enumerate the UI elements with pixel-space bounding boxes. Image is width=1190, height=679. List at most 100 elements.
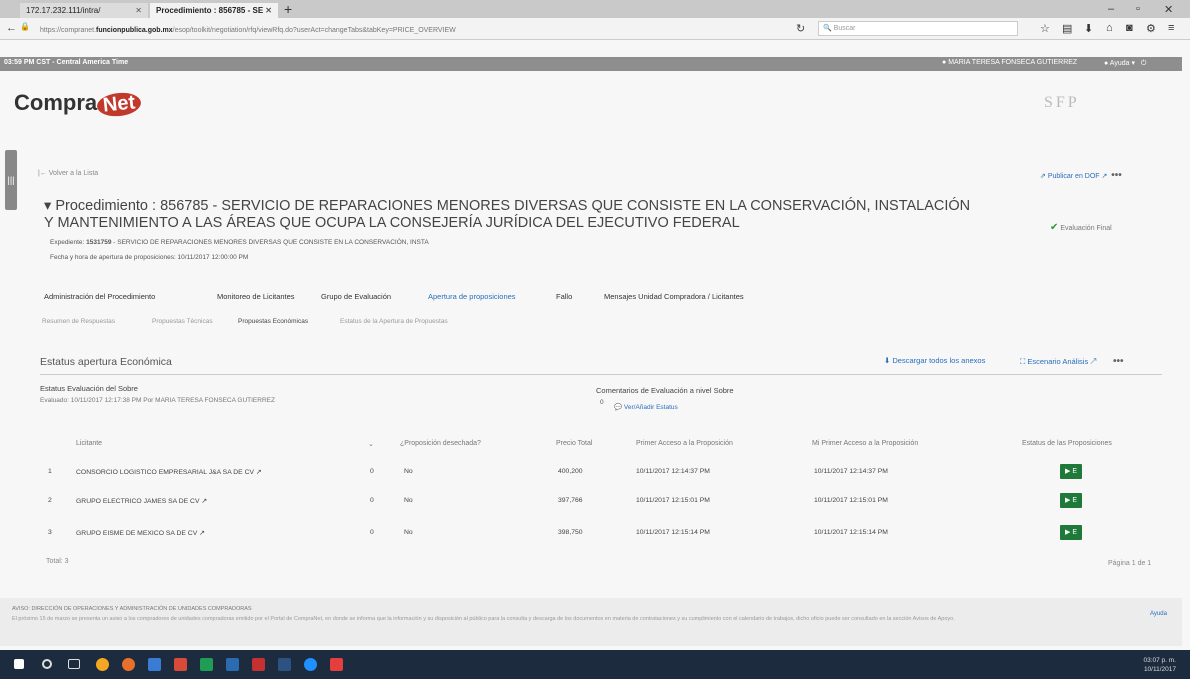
tab-mensajes[interactable]: Mensajes Unidad Compradora / Licitantes (604, 292, 744, 301)
estatus-badge-button[interactable]: ▶ E (1060, 464, 1082, 479)
maximize-icon[interactable]: ▫ (1136, 3, 1140, 15)
estatus-letter: E (1072, 468, 1077, 475)
download-label: Descargar todos los anexos (892, 356, 986, 365)
more-options-icon[interactable]: ••• (1113, 356, 1124, 367)
download-all-button[interactable]: ⬇ Descargar todos los anexos (884, 356, 985, 365)
licitante-name: GRUPO ELECTRICO JAMES SA DE CV (76, 498, 200, 505)
subtab-estatus[interactable]: Estatus de la Apertura de Propuestas (340, 318, 448, 325)
sfp-logo: SFP (1044, 94, 1080, 111)
edge-icon[interactable] (304, 658, 317, 671)
estatus-letter: E (1072, 497, 1077, 504)
publish-dof-link[interactable]: ⇗ Publicar en DOF ↗ ••• (1040, 170, 1122, 181)
download-icon[interactable]: ⬇ (1084, 22, 1093, 35)
close-icon[interactable]: ✕ (265, 3, 272, 18)
logo-net: Net (96, 90, 143, 119)
subtab-resumen[interactable]: Resumen de Respuestas (42, 318, 115, 325)
extension-icon[interactable]: ⚙ (1146, 22, 1156, 35)
download-icon: ⬇ (884, 356, 891, 365)
lock-icon: 🔒 (20, 22, 30, 31)
close-icon[interactable]: ✕ (135, 3, 142, 18)
acrobat-icon[interactable] (330, 658, 343, 671)
scenario-analysis-button[interactable]: ⛶ Escenario Análisis ↗ ••• (1020, 356, 1124, 367)
section-title: Estatus apertura Económica (40, 356, 172, 368)
home-icon[interactable]: ⌂ (1106, 22, 1113, 34)
estatus-sobre-label: Estatus Evaluación del Sobre (40, 384, 138, 393)
subtab-tecnicas[interactable]: Propuestas Técnicas (152, 318, 213, 325)
logo-text: Compra (14, 90, 98, 115)
more-actions-icon[interactable]: ••• (1111, 170, 1122, 181)
browser-search-input[interactable]: 🔍 Buscar (818, 21, 1018, 36)
reload-icon[interactable]: ↻ (796, 22, 805, 35)
browser-tab-active[interactable]: Procedimiento : 856785 - SE ✕ (150, 3, 278, 18)
compranet-logo[interactable]: Compra Net (14, 90, 143, 119)
primer-acceso-value: 10/11/2017 12:14:37 PM (636, 468, 710, 475)
col-header-precio[interactable]: Precio Total (556, 440, 592, 447)
windows-start-icon[interactable] (14, 659, 24, 669)
task-view-icon[interactable] (68, 659, 80, 669)
col-header-estatus[interactable]: Estatus de las Proposiciones (1022, 440, 1112, 447)
precio-value: 400,200 (558, 468, 583, 475)
tab-monitoreo[interactable]: Monitoreo de Licitantes (217, 292, 295, 301)
excel-icon[interactable] (200, 658, 213, 671)
url-path: /esop/toolkit/negotiation/rfq/viewRfq.do… (172, 27, 456, 34)
help-label: Ayuda (1109, 60, 1130, 67)
pdf-reader-icon[interactable] (174, 658, 187, 671)
licitante-link[interactable]: GRUPO EISME DE MEXICO SA DE CV ↗ (76, 529, 205, 537)
col-header-desechada[interactable]: ¿Proposición desechada? (400, 440, 481, 447)
url-field[interactable]: https://compranet.funcionpublica.gob.mx/… (40, 27, 456, 34)
powerpoint-icon[interactable] (252, 658, 265, 671)
firefox-icon[interactable] (122, 658, 135, 671)
col-header-mi-primer-acceso[interactable]: Mi Primer Acceso a la Proposición (812, 440, 918, 447)
row-count: 0 (370, 468, 374, 475)
chrome-icon[interactable] (96, 658, 109, 671)
word-icon[interactable] (278, 658, 291, 671)
minimize-icon[interactable]: – (1108, 3, 1114, 15)
help-menu[interactable]: ● Ayuda ▾ ⏻ (1104, 59, 1146, 68)
mi-primer-acceso-value: 10/11/2017 12:15:14 PM (814, 529, 888, 536)
sort-icon[interactable]: ⌄ (368, 440, 374, 448)
search-placeholder: Buscar (833, 25, 856, 32)
row-number: 2 (48, 497, 52, 504)
pocket-icon[interactable]: ◙ (1126, 22, 1133, 34)
bookmark-star-icon[interactable]: ☆ (1040, 22, 1050, 35)
publish-label: Publicar en DOF (1047, 173, 1100, 180)
ver-estatus-link[interactable]: 💬 Ver/Añadir Estatus (614, 403, 678, 411)
back-to-list-link[interactable]: |← Volver a la Lista (38, 170, 98, 177)
search-icon[interactable] (42, 659, 52, 669)
licitante-name: GRUPO EISME DE MEXICO SA DE CV (76, 530, 198, 537)
tab-administracion[interactable]: Administración del Procedimiento (44, 292, 155, 301)
licitante-link[interactable]: GRUPO ELECTRICO JAMES SA DE CV ↗ (76, 497, 207, 505)
col-header-licitante[interactable]: Licitante (76, 440, 102, 447)
pagination[interactable]: Página 1 de 1 (1108, 560, 1151, 567)
subtab-economicas[interactable]: Propuestas Económicas (238, 318, 308, 325)
col-header-primer-acceso[interactable]: Primer Acceso a la Proposición (636, 440, 733, 447)
mi-primer-acceso-value: 10/11/2017 12:14:37 PM (814, 468, 888, 475)
tab-grupo-evaluacion[interactable]: Grupo de Evaluación (321, 292, 391, 301)
footer-notice-text: El próximo 15 de marzo se presenta un av… (12, 616, 955, 622)
comentarios-label: Comentarios de Evaluación a nivel Sobre (596, 386, 734, 395)
back-label: Volver a la Lista (48, 170, 99, 177)
side-panel-handle[interactable]: ||| (5, 150, 17, 210)
status-badge: ✔ Evaluación Final (1050, 222, 1112, 233)
procedure-title: ▾ Procedimiento : 856785 - SERVICIO DE R… (44, 198, 971, 231)
estatus-badge-button[interactable]: ▶ E (1060, 525, 1082, 540)
row-number: 1 (48, 468, 52, 475)
window-close-icon[interactable]: ✕ (1164, 3, 1173, 16)
user-menu[interactable]: ● MARIA TERESA FONSECA GUTIERREZ (942, 59, 1077, 66)
new-tab-icon[interactable]: + (284, 1, 292, 17)
back-arrow-icon[interactable]: ← (6, 22, 17, 34)
reading-list-icon[interactable]: ▤ (1062, 22, 1072, 35)
windows-taskbar: 03:07 p. m. 10/11/2017 (0, 650, 1190, 679)
menu-icon[interactable]: ≡ (1168, 22, 1174, 34)
estatus-badge-button[interactable]: ▶ E (1060, 493, 1082, 508)
browser-tab[interactable]: 172.17.232.111/intra/ ✕ (20, 3, 148, 18)
tab-apertura[interactable]: Apertura de proposiciones (428, 292, 516, 301)
apertura-date: Fecha y hora de apertura de proposicione… (50, 254, 249, 261)
system-clock[interactable]: 03:07 p. m. 10/11/2017 (1143, 656, 1176, 674)
clock-time: 03:07 p. m. (1143, 657, 1176, 664)
tab-fallo[interactable]: Fallo (556, 292, 572, 301)
outlook-icon[interactable] (226, 658, 239, 671)
licitante-link[interactable]: CONSORCIO LOGISTICO EMPRESARIAL J&A SA D… (76, 468, 262, 476)
file-explorer-icon[interactable] (148, 658, 161, 671)
footer-help-link[interactable]: Ayuda (1150, 611, 1167, 617)
